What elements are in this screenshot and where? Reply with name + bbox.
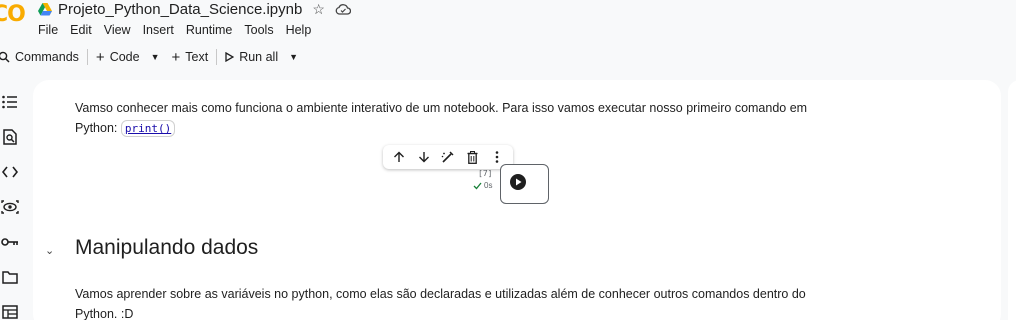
inline-code-print[interactable]: print() xyxy=(120,120,176,137)
section-text-line2: Python. :D xyxy=(75,307,134,320)
chevron-down-icon[interactable]: ▼ xyxy=(289,52,298,62)
execution-status: 0s xyxy=(473,181,492,190)
play-icon xyxy=(515,178,521,186)
find-replace-icon[interactable] xyxy=(0,127,20,147)
run-all-button[interactable]: Run all ▼ xyxy=(219,45,304,69)
code-cell[interactable] xyxy=(500,164,549,204)
plus-icon: + xyxy=(171,48,181,66)
terminal-icon[interactable] xyxy=(0,302,20,320)
execution-count: [7] xyxy=(478,169,493,178)
variables-icon[interactable] xyxy=(0,197,20,217)
side-panel-edge xyxy=(1008,80,1016,320)
text-cell-section[interactable]: Vamos aprender sobre as variáveis no pyt… xyxy=(75,284,875,320)
collapse-chevron-icon[interactable]: ⌄ xyxy=(45,244,54,257)
commands-label: Commands xyxy=(15,50,79,64)
menu-insert[interactable]: Insert xyxy=(143,23,174,37)
play-outline-icon xyxy=(225,52,235,62)
notebook-title[interactable]: Projeto_Python_Data_Science.ipynb xyxy=(58,1,302,18)
menu-runtime[interactable]: Runtime xyxy=(186,23,233,37)
menu-help[interactable]: Help xyxy=(286,23,312,37)
delete-trash-icon[interactable] xyxy=(463,148,481,166)
menu-view[interactable]: View xyxy=(104,23,131,37)
run-cell-button[interactable] xyxy=(510,174,526,190)
cell-toolbar xyxy=(383,145,513,169)
title-row: Projeto_Python_Data_Science.ipynb ☆ xyxy=(38,0,351,18)
run-all-label: Run all xyxy=(239,50,279,64)
add-text-button[interactable]: + Text xyxy=(166,45,215,69)
code-snippets-icon[interactable] xyxy=(0,162,20,182)
table-of-contents-icon[interactable] xyxy=(0,92,20,112)
move-up-icon[interactable] xyxy=(390,148,408,166)
folder-icon[interactable] xyxy=(0,267,20,287)
toolbar-divider xyxy=(86,49,88,65)
menu-bar: File Edit View Insert Runtime Tools Help xyxy=(38,23,311,37)
secrets-key-icon[interactable] xyxy=(0,232,20,252)
cloud-save-icon[interactable] xyxy=(335,3,351,15)
more-vertical-icon[interactable] xyxy=(488,148,506,166)
section-text: Vamos aprender sobre as variáveis no pyt… xyxy=(75,287,806,301)
search-icon xyxy=(0,51,10,63)
edit-pen-icon[interactable] xyxy=(439,148,457,166)
toolbar-divider xyxy=(216,49,218,65)
code-label: Code xyxy=(109,50,140,64)
execution-time: 0s xyxy=(484,181,493,190)
checkmark-icon xyxy=(473,182,482,189)
notebook-toolbar: Commands + Code ▼ + Text Run all ▼ xyxy=(0,44,1016,70)
add-code-button[interactable]: + Code ▼ xyxy=(90,45,166,69)
intro-text-prefix: Python: xyxy=(75,121,121,135)
text-cell-intro[interactable]: Vamso conhecer mais como funciona o ambi… xyxy=(75,98,875,138)
colab-logo[interactable]: CO xyxy=(0,2,26,27)
menu-tools[interactable]: Tools xyxy=(244,23,273,37)
move-down-icon[interactable] xyxy=(415,148,433,166)
star-icon[interactable]: ☆ xyxy=(312,1,325,18)
section-heading[interactable]: Manipulando dados xyxy=(75,236,258,260)
intro-text: Vamso conhecer mais como funciona o ambi… xyxy=(75,101,808,115)
menu-file[interactable]: File xyxy=(38,23,58,37)
google-drive-icon xyxy=(38,2,52,15)
text-label: Text xyxy=(185,50,209,64)
chevron-down-icon[interactable]: ▼ xyxy=(151,52,160,62)
menu-edit[interactable]: Edit xyxy=(70,23,92,37)
commands-button[interactable]: Commands xyxy=(0,45,85,69)
plus-icon: + xyxy=(95,48,105,66)
colab-window: CO Projeto_Python_Data_Science.ipynb ☆ F… xyxy=(0,0,1016,320)
